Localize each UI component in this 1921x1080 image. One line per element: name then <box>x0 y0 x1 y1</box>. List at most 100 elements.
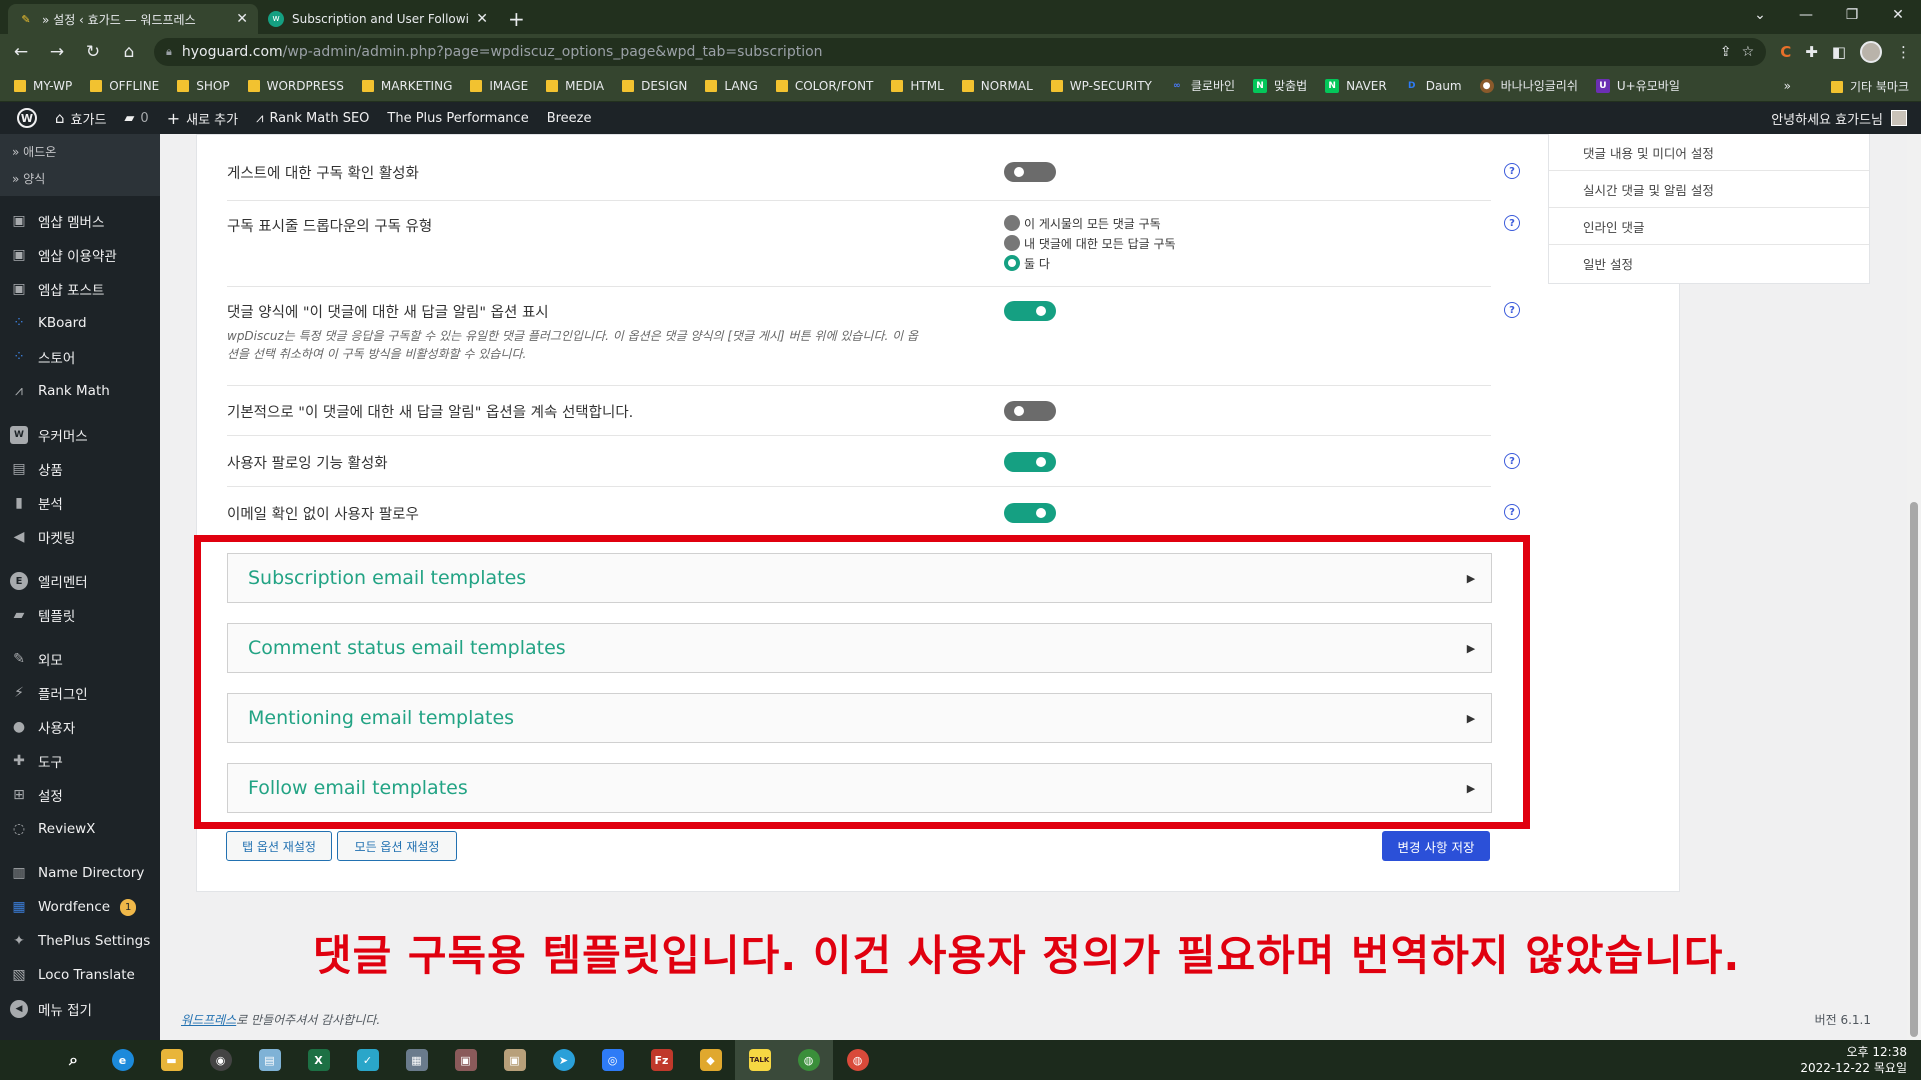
sidebar-item-tools[interactable]: ✚ 도구 <box>0 744 160 778</box>
sidebar-item-analytics[interactable]: ▮ 분석 <box>0 486 160 520</box>
radio-button[interactable] <box>1004 215 1020 231</box>
obs-icon[interactable]: ◉ <box>196 1040 245 1080</box>
bookmark-folder[interactable]: MY-WP <box>14 79 72 93</box>
help-icon[interactable]: ? <box>1504 302 1520 318</box>
home-icon[interactable]: ⌂ <box>118 42 140 62</box>
portrait-app-icon[interactable]: ▣ <box>490 1040 539 1080</box>
bookmarks-overflow-icon[interactable]: » <box>1784 79 1791 93</box>
other-bookmarks[interactable]: 기타 북마크 <box>1830 78 1909 95</box>
bookmark-site[interactable]: D Daum <box>1405 79 1462 93</box>
bookmark-site[interactable]: ● 바나나잉글리쉬 <box>1479 77 1578 94</box>
photo-app-icon[interactable]: ▣ <box>441 1040 490 1080</box>
show-reply-notify-toggle[interactable] <box>1004 301 1056 321</box>
admin-bar-new[interactable]: + 새로 추가 <box>158 102 247 134</box>
radio-option[interactable]: 내 댓글에 대한 모든 답글 구독 <box>1004 233 1176 253</box>
lock-icon[interactable]: 🔒︎ <box>166 45 172 59</box>
sidebar-item-theplus-settings[interactable]: ✦ ThePlus Settings <box>0 924 160 958</box>
sidebar-item-store[interactable]: ⁘ 스토어 <box>0 340 160 374</box>
bookmark-folder[interactable]: HTML <box>891 79 944 93</box>
help-icon[interactable]: ? <box>1504 215 1520 231</box>
admin-bar-account[interactable]: 안녕하세요 효가드님 <box>1771 102 1907 134</box>
submenu-item-addons[interactable]: » 애드온 <box>0 138 160 165</box>
help-icon[interactable]: ? <box>1504 453 1520 469</box>
browser-tab-subscription[interactable]: w Subscription and User Following ✕ <box>258 4 498 34</box>
browser-menu-icon[interactable]: ⋮ <box>1896 43 1911 61</box>
sidebar-item-msshop-post[interactable]: ▣ 엠샵 포스트 <box>0 272 160 306</box>
sidebar-item-rank-math[interactable]: ⩘ Rank Math <box>0 374 160 408</box>
bookmark-site[interactable]: ∞ 클로바인 <box>1170 77 1235 94</box>
bookmark-folder[interactable]: COLOR/FONT <box>775 79 873 93</box>
sidebar-item-reviewx[interactable]: ◌ ReviewX <box>0 812 160 846</box>
reset-all-options-button[interactable]: 모든 옵션 재설정 <box>337 831 457 861</box>
bookmark-site[interactable]: U U+유모바일 <box>1595 77 1680 94</box>
submenu-item-forms[interactable]: » 양식 <box>0 165 160 192</box>
forward-icon[interactable]: → <box>46 42 68 62</box>
sidebar-item-msshop-terms[interactable]: ▣ 엠샵 이용약관 <box>0 238 160 272</box>
settings-tab-live-notifications[interactable]: 실시간 댓글 및 알림 설정 <box>1549 171 1869 208</box>
window-close-icon[interactable]: ✕ <box>1875 0 1921 30</box>
admin-bar-breeze[interactable]: Breeze <box>538 102 601 134</box>
sidebar-item-elementor[interactable]: E 엘리멘터 <box>0 564 160 598</box>
sidebar-item-products[interactable]: ▤ 상품 <box>0 452 160 486</box>
sidebar-item-appearance[interactable]: ✎ 외모 <box>0 642 160 676</box>
scrollbar-thumb[interactable] <box>1910 502 1918 1037</box>
sidebar-item-templates[interactable]: ▰ 템플릿 <box>0 598 160 632</box>
bookmark-folder[interactable]: NORMAL <box>961 79 1033 93</box>
sidebar-item-woocommerce[interactable]: W 우커머스 <box>0 418 160 452</box>
edge-icon[interactable]: e <box>98 1040 147 1080</box>
user-following-toggle[interactable] <box>1004 452 1056 472</box>
excel-icon[interactable]: X <box>294 1040 343 1080</box>
bookmark-folder[interactable]: SHOP <box>177 79 230 93</box>
file-explorer-icon[interactable]: ▬ <box>147 1040 196 1080</box>
extension-c-icon[interactable]: C <box>1780 43 1791 61</box>
side-panel-icon[interactable]: ◧ <box>1832 43 1846 61</box>
guest-confirmation-toggle[interactable] <box>1004 162 1056 182</box>
minimize-icon[interactable]: — <box>1783 0 1829 30</box>
back-icon[interactable]: ← <box>10 42 32 62</box>
sidebar-item-collapse-menu[interactable]: ◀ 메뉴 접기 <box>0 992 160 1026</box>
wordpress-logo-icon[interactable]: W <box>8 102 46 134</box>
search-icon[interactable]: ⌕ <box>49 1040 98 1080</box>
sidebar-item-loco-translate[interactable]: ▧ Loco Translate <box>0 958 160 992</box>
extensions-puzzle-icon[interactable]: ✚ <box>1805 43 1818 61</box>
system-clock[interactable]: 오후 12:38 2022-12-22 목요일 <box>1800 1044 1907 1076</box>
bookmark-folder[interactable]: DESIGN <box>622 79 687 93</box>
restore-icon[interactable]: ❐ <box>1829 0 1875 30</box>
settings-tab-content-media[interactable]: 댓글 내용 및 미디어 설정 <box>1549 134 1869 171</box>
radio-button[interactable] <box>1004 235 1020 251</box>
notepad-icon[interactable]: ▤ <box>245 1040 294 1080</box>
app-bird-icon[interactable]: ✓ <box>343 1040 392 1080</box>
kakaotalk-icon[interactable]: TALK <box>735 1040 784 1080</box>
sidebar-item-marketing[interactable]: ◀ 마켓팅 <box>0 520 160 554</box>
radio-option[interactable]: 이 게시물의 모든 댓글 구독 <box>1004 213 1176 233</box>
sidebar-item-settings[interactable]: ⊞ 설정 <box>0 778 160 812</box>
follow-without-email-toggle[interactable] <box>1004 503 1056 523</box>
admin-bar-comments[interactable]: ▰ 0 <box>115 102 157 134</box>
admin-bar-site[interactable]: ⌂ 효가드 <box>46 102 115 134</box>
share-icon[interactable]: ⇪ <box>1720 44 1732 60</box>
bookmark-folder[interactable]: MEDIA <box>546 79 604 93</box>
telegram-icon[interactable]: ➤ <box>539 1040 588 1080</box>
sidebar-item-name-directory[interactable]: ▥ Name Directory <box>0 856 160 890</box>
filezilla-icon[interactable]: Fz <box>637 1040 686 1080</box>
chrome-icon[interactable]: ◍ <box>784 1040 833 1080</box>
sidebar-item-msshop-members[interactable]: ▣ 엠샵 멤버스 <box>0 204 160 238</box>
bookmark-star-icon[interactable]: ☆ <box>1742 44 1755 60</box>
keep-reply-notify-toggle[interactable] <box>1004 401 1056 421</box>
tab-close-icon[interactable]: ✕ <box>236 11 248 27</box>
sidebar-item-wordfence[interactable]: ▦ Wordfence 1 <box>0 890 160 924</box>
save-changes-button[interactable]: 변경 사항 저장 <box>1382 831 1490 861</box>
sidebar-item-kboard[interactable]: ⁘ KBoard <box>0 306 160 340</box>
bookmark-site[interactable]: N NAVER <box>1325 78 1387 93</box>
chrome-profile-icon[interactable]: ◍ <box>833 1040 882 1080</box>
calculator-icon[interactable]: ▦ <box>392 1040 441 1080</box>
radio-button-selected[interactable] <box>1004 255 1020 271</box>
camera-app-icon[interactable]: ◎ <box>588 1040 637 1080</box>
browser-tab-settings[interactable]: ✎ » 설정 ‹ 효가드 — 워드프레스 ✕ <box>8 4 258 34</box>
bookmark-folder[interactable]: WP-SECURITY <box>1050 79 1152 93</box>
address-bar[interactable]: 🔒︎ hyoguard.com/wp-admin/admin.php?page=… <box>154 38 1767 66</box>
bookmark-folder[interactable]: IMAGE <box>470 79 528 93</box>
new-tab-icon[interactable]: + <box>508 4 525 34</box>
bookmark-folder[interactable]: LANG <box>705 79 758 93</box>
profile-avatar[interactable] <box>1860 41 1882 63</box>
